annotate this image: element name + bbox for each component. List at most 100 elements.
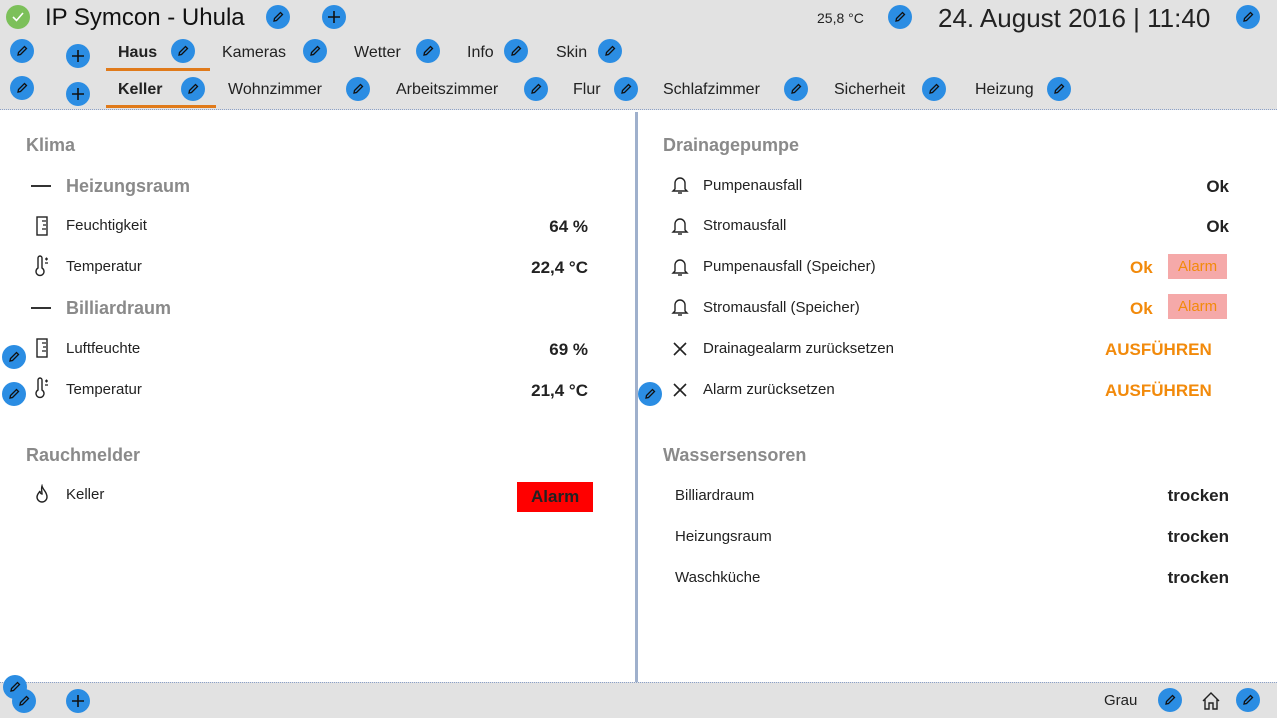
edit-temperature-pencil-icon[interactable] bbox=[888, 5, 912, 29]
tab-sicherheit[interactable]: Sicherheit bbox=[834, 81, 905, 99]
tab-kameras[interactable]: Kameras bbox=[222, 44, 286, 62]
edit-datetime-pencil-icon[interactable] bbox=[1236, 5, 1260, 29]
row-value-wasser-heizungsraum: trocken bbox=[1167, 527, 1229, 546]
row-label-keller: Keller bbox=[66, 486, 105, 503]
edit-tab-skin-pencil-icon[interactable] bbox=[598, 39, 622, 63]
close-icon bbox=[670, 338, 690, 360]
edit-tab-wohnzimmer-pencil-icon[interactable] bbox=[346, 77, 370, 101]
smoke-alarm-badge: Alarm bbox=[517, 482, 594, 512]
wassersensoren-title: Wassersensoren bbox=[663, 445, 807, 465]
billiardraum-title: Billiardraum bbox=[66, 298, 172, 318]
tab-haus[interactable]: Haus bbox=[118, 44, 157, 62]
edit-tab-wetter-pencil-icon[interactable] bbox=[416, 39, 440, 63]
add-footer-plus-icon[interactable] bbox=[66, 689, 90, 713]
tab-skin[interactable]: Skin bbox=[556, 44, 587, 62]
row-value-pumpenausfall-speicher: Ok bbox=[1130, 258, 1153, 277]
thermometer-icon bbox=[32, 255, 52, 277]
alarm-toggle-pumpenausfall[interactable]: Alarm bbox=[1168, 254, 1228, 279]
edit-skin-pencil-icon[interactable] bbox=[1158, 688, 1182, 712]
edit-temperatur-billiard-pencil-icon[interactable] bbox=[2, 382, 26, 406]
execute-drainagealarm-reset-button[interactable]: AUSFÜHREN bbox=[1105, 340, 1212, 360]
edit-tab-haus-pencil-icon[interactable] bbox=[171, 39, 195, 63]
right-panel: Drainagepumpe Pumpenausfall Ok Stromausf… bbox=[638, 112, 1277, 682]
tab-heizung[interactable]: Heizung bbox=[975, 81, 1034, 99]
edit-alarm-reset-pencil-icon[interactable] bbox=[638, 382, 662, 406]
row-label-pumpenausfall: Pumpenausfall bbox=[703, 177, 803, 194]
row-label-wasser-waschkueche: Waschküche bbox=[675, 569, 761, 586]
heizungsraum-title: Heizungsraum bbox=[66, 176, 191, 196]
status-ok-icon bbox=[6, 5, 30, 29]
close-icon bbox=[670, 379, 690, 401]
tab-haus-underline bbox=[106, 68, 210, 71]
tab-keller-underline bbox=[106, 105, 216, 108]
bell-icon bbox=[670, 256, 690, 278]
alarm-toggle-stromausfall[interactable]: Alarm bbox=[1168, 294, 1228, 319]
bell-icon bbox=[670, 296, 690, 318]
edit-row1-pencil-icon[interactable] bbox=[10, 39, 34, 63]
row-label-drainagealarm-reset: Drainagealarm zurücksetzen bbox=[703, 340, 894, 357]
row-value-stromausfall-speicher: Ok bbox=[1130, 299, 1153, 318]
add-tab-row1-plus-icon[interactable] bbox=[66, 44, 90, 68]
row-value-pumpenausfall: Ok bbox=[1206, 177, 1229, 196]
bell-icon bbox=[670, 215, 690, 237]
add-tab-row2-plus-icon[interactable] bbox=[66, 82, 90, 106]
tab-info[interactable]: Info bbox=[467, 44, 494, 62]
tab-keller[interactable]: Keller bbox=[118, 81, 162, 99]
tab-wetter[interactable]: Wetter bbox=[354, 44, 401, 62]
edit-tab-heizung-pencil-icon[interactable] bbox=[1047, 77, 1071, 101]
row-value-temperatur-billiard: 21,4 °C bbox=[531, 381, 588, 400]
edit-tab-flur-pencil-icon[interactable] bbox=[614, 77, 638, 101]
row-label-wasser-heizungsraum: Heizungsraum bbox=[675, 528, 772, 545]
left-panel: Klima Heizungsraum Feuchtigkeit 64 % Tem… bbox=[0, 112, 636, 682]
row-label-luftfeuchte: Luftfeuchte bbox=[66, 340, 141, 357]
row-label-stromausfall: Stromausfall bbox=[703, 217, 787, 234]
outside-temperature: 25,8 °C bbox=[817, 10, 864, 26]
row-label-pumpenausfall-speicher: Pumpenausfall (Speicher) bbox=[703, 258, 876, 275]
edit-tab-keller-pencil-icon[interactable] bbox=[181, 77, 205, 101]
add-item-plus-icon[interactable] bbox=[322, 5, 346, 29]
rauchmelder-title: Rauchmelder bbox=[26, 445, 141, 465]
row-value-luftfeuchte: 69 % bbox=[549, 340, 588, 359]
bell-icon bbox=[670, 174, 690, 196]
row-value-wasser-waschkueche: trocken bbox=[1167, 568, 1229, 587]
row-value-stromausfall: Ok bbox=[1206, 217, 1229, 236]
tab-row-main: Haus Kameras Wetter Info Skin bbox=[0, 36, 1277, 72]
row-value-feuchtigkeit: 64 % bbox=[549, 217, 588, 236]
klima-title: Klima bbox=[26, 135, 76, 155]
edit-luftfeuchte-pencil-icon[interactable] bbox=[2, 345, 26, 369]
drainagepumpe-title: Drainagepumpe bbox=[663, 135, 800, 155]
edit-tab-schlafzimmer-pencil-icon[interactable] bbox=[784, 77, 808, 101]
top-bar: IP Symcon - Uhula 25,8 °C 24. August 201… bbox=[0, 0, 1277, 36]
row-value-wasser-billiardraum: trocken bbox=[1167, 486, 1229, 505]
row-label-wasser-billiardraum: Billiardraum bbox=[675, 487, 755, 504]
date-time: 24. August 2016 | 11:40 bbox=[938, 3, 1211, 33]
row-label-stromausfall-speicher: Stromausfall (Speicher) bbox=[703, 299, 860, 316]
row-value-temperatur-heizungsraum: 22,4 °C bbox=[531, 258, 588, 277]
edit-tab-sicherheit-pencil-icon[interactable] bbox=[922, 77, 946, 101]
execute-alarm-reset-button[interactable]: AUSFÜHREN bbox=[1105, 381, 1212, 401]
app-title: IP Symcon - Uhula bbox=[45, 4, 245, 31]
skin-label: Grau bbox=[1104, 692, 1138, 709]
dash-icon bbox=[31, 307, 51, 309]
home-icon[interactable] bbox=[1200, 690, 1222, 712]
tab-schlafzimmer[interactable]: Schlafzimmer bbox=[663, 81, 760, 99]
edit-tab-kameras-pencil-icon[interactable] bbox=[303, 39, 327, 63]
bottom-bar: Grau bbox=[0, 675, 1277, 718]
edit-row2-pencil-icon[interactable] bbox=[10, 76, 34, 100]
hygrometer-icon bbox=[32, 215, 52, 237]
hygrometer-icon bbox=[32, 337, 52, 359]
row-label-feuchtigkeit: Feuchtigkeit bbox=[66, 217, 147, 234]
edit-title-pencil-icon[interactable] bbox=[266, 5, 290, 29]
row-label-temperatur-heizungsraum: Temperatur bbox=[66, 258, 142, 275]
edit-footer-pencil-icon-2[interactable] bbox=[12, 689, 36, 713]
tab-arbeitszimmer[interactable]: Arbeitszimmer bbox=[396, 81, 498, 99]
tab-wohnzimmer[interactable]: Wohnzimmer bbox=[228, 81, 322, 99]
tab-row-rooms: Keller Wohnzimmer Arbeitszimmer Flur Sch… bbox=[0, 72, 1277, 110]
edit-tab-info-pencil-icon[interactable] bbox=[504, 39, 528, 63]
row-label-temperatur-billiard: Temperatur bbox=[66, 381, 142, 398]
edit-tab-arbeitszimmer-pencil-icon[interactable] bbox=[524, 77, 548, 101]
edit-home-pencil-icon[interactable] bbox=[1236, 688, 1260, 712]
flame-icon bbox=[32, 484, 52, 506]
tab-flur[interactable]: Flur bbox=[573, 81, 601, 99]
dash-icon bbox=[31, 185, 51, 187]
